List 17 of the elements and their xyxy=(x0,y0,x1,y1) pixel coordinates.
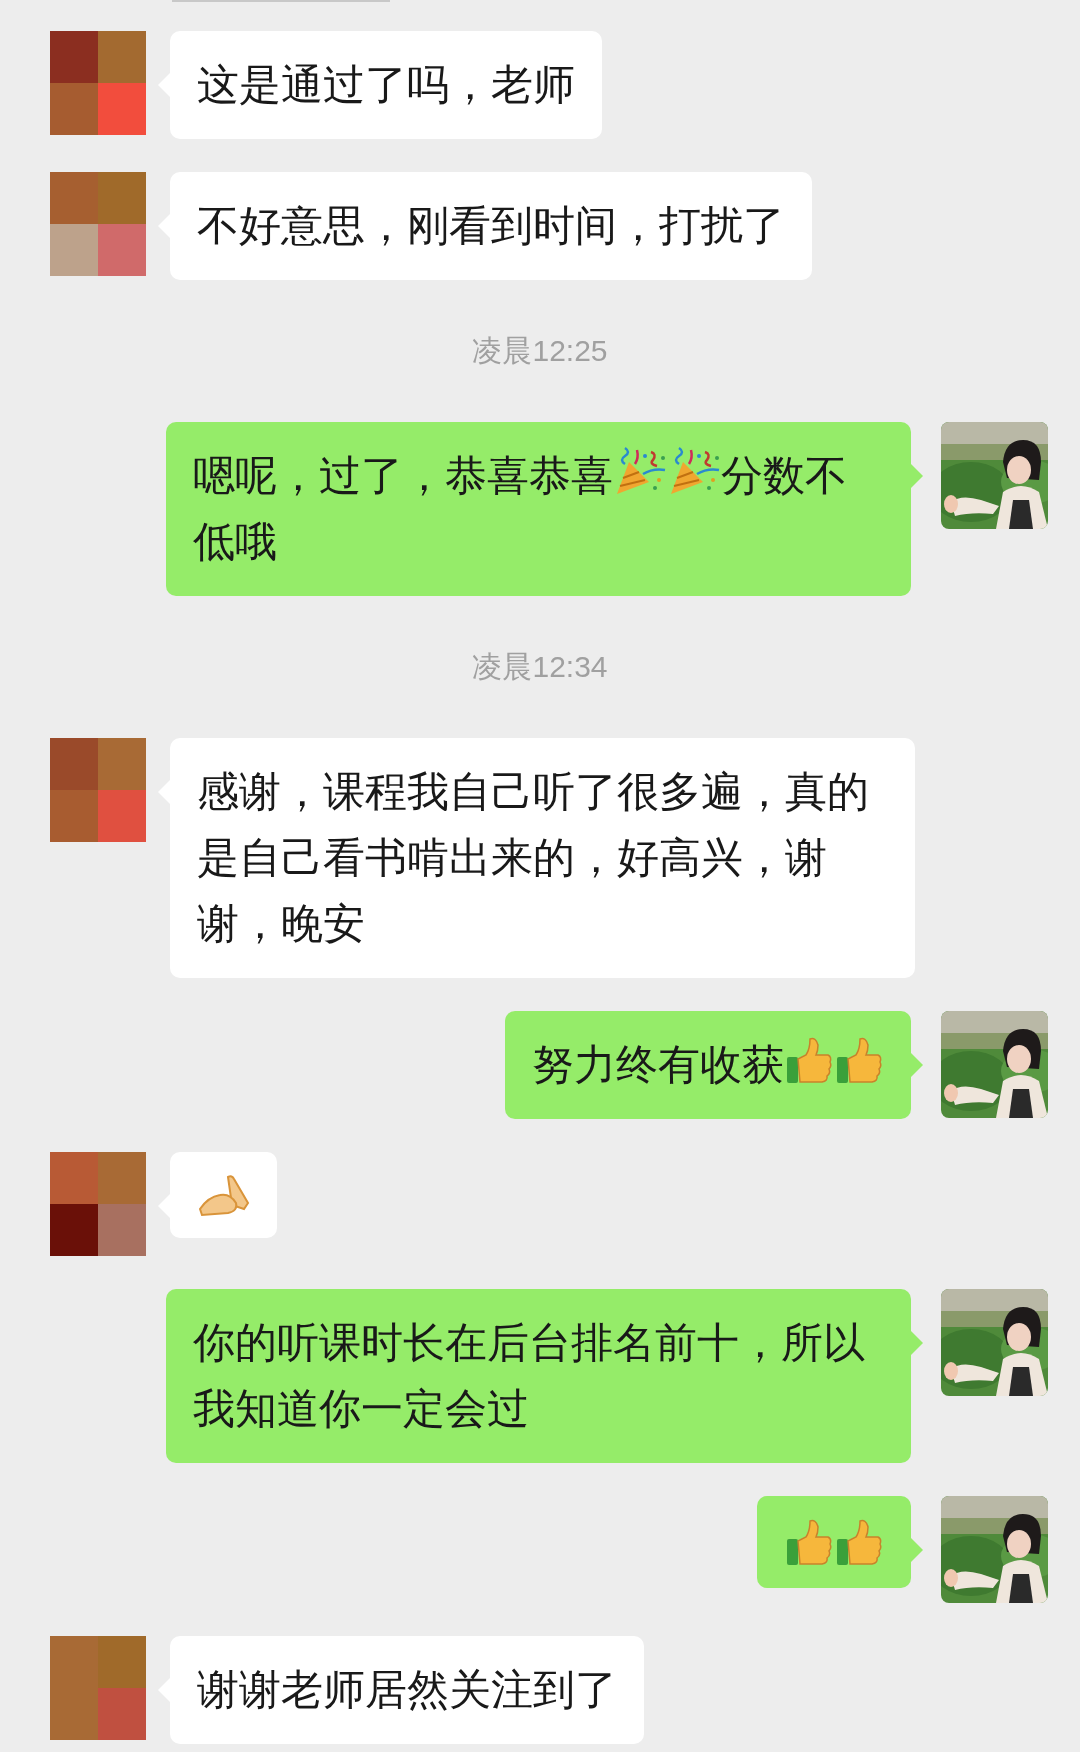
timestamp: 凌晨12:25 xyxy=(472,333,608,369)
bubble-tail xyxy=(911,1053,923,1077)
thumbs-up-icon xyxy=(784,1517,834,1567)
message-bubble: 不好意思，刚看到时间，打扰了 xyxy=(170,172,812,280)
message-bubble: 感谢，课程我自己听了很多遍，真的是自己看书啃出来的，好高兴，谢谢，晚安 xyxy=(170,738,915,978)
hands-icon xyxy=(197,1173,250,1217)
bubble-tail xyxy=(911,1331,923,1355)
timestamp: 凌晨12:34 xyxy=(472,649,608,685)
thumbs-up-icon xyxy=(834,1035,884,1085)
thumbs-up-icon xyxy=(784,1035,834,1085)
message-bubble: 嗯呢，过了，恭喜恭喜 分数不低哦 xyxy=(166,422,911,596)
message-bubble: 这是通过了吗，老师 xyxy=(170,31,602,139)
thumbs-up-icon xyxy=(834,1517,884,1567)
message-bubble: 努力终有收获 xyxy=(505,1011,911,1119)
bubble-tail xyxy=(911,464,923,488)
message-bubble: 你的听课时长在后台排名前十，所以我知道你一定会过 xyxy=(166,1289,911,1463)
message-bubble: 谢谢老师居然关注到了 xyxy=(170,1636,644,1744)
